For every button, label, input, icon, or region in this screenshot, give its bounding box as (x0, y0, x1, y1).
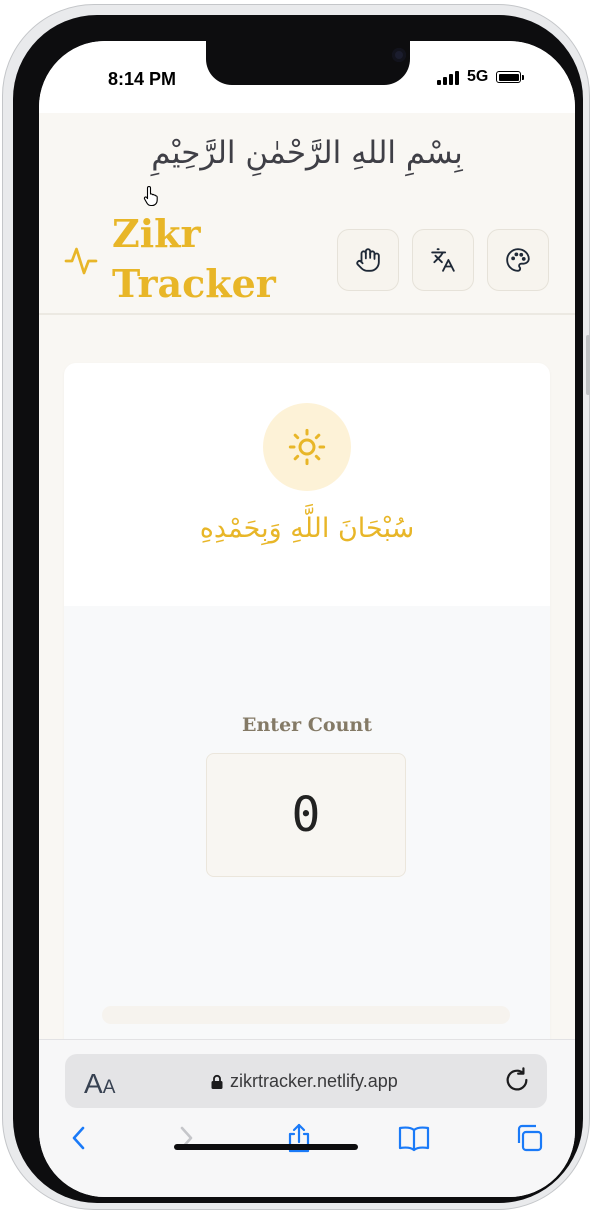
hand-cursor-icon (143, 185, 158, 207)
forward-button[interactable] (168, 1120, 204, 1156)
palette-icon (506, 248, 530, 272)
phone-frame: 8:14 PM 5G بِسْمِ اللهِ الرَّحْمٰنِ الرَ… (2, 4, 590, 1210)
reload-icon[interactable] (503, 1066, 531, 1094)
progress-bar (102, 1006, 510, 1024)
battery-tip (522, 75, 524, 80)
tabs-icon (517, 1124, 543, 1152)
phone-bezel: 8:14 PM 5G بِسْمِ اللهِ الرَّحْمٰنِ الرَ… (13, 15, 583, 1203)
theme-button[interactable] (487, 229, 549, 291)
bookmarks-button[interactable] (396, 1120, 432, 1156)
translate-icon (431, 248, 455, 272)
activity-pulse-icon (64, 247, 98, 275)
sun-icon (288, 428, 326, 466)
network-label: 5G (467, 68, 489, 85)
bookmarks-icon (398, 1126, 430, 1152)
sun-badge (263, 403, 351, 491)
url-text: zikrtracker.netlify.app (230, 1071, 398, 1091)
text-size-button[interactable]: AA (84, 1068, 115, 1100)
battery-icon (496, 71, 521, 83)
status-bar: 8:14 PM 5G (39, 41, 575, 113)
hand-icon (356, 248, 380, 272)
phone-screen: 8:14 PM 5G بِسْمِ اللهِ الرَّحْمٰنِ الرَ… (39, 41, 575, 1197)
lock-icon (211, 1074, 223, 1089)
logo-line-2: Tracker (112, 261, 276, 306)
dhikr-arabic-text: سُبْحَانَ اللَّهِ وَبِحَمْدِهِ (199, 513, 415, 544)
signal-icon (437, 71, 461, 85)
counter-section: Enter Count 0 (64, 606, 550, 1043)
hand-button[interactable] (337, 229, 399, 291)
front-camera (392, 48, 406, 62)
logo-line-1: Zikr (112, 211, 201, 256)
url-display[interactable]: zikrtracker.netlify.app (210, 1071, 398, 1092)
address-bar[interactable]: AA zikrtracker.netlify.app (65, 1054, 547, 1108)
web-content[interactable]: بِسْمِ اللهِ الرَّحْمٰنِ الرَّحِيْمِ Zik… (39, 113, 575, 1043)
notch (206, 41, 410, 85)
app-logo-text[interactable]: Zikr Tracker (112, 209, 276, 309)
text-size-big: A (84, 1068, 103, 1099)
back-icon (72, 1126, 85, 1150)
zikr-card: سُبْحَانَ اللَّهِ وَبِحَمْدِهِ Enter Cou… (64, 363, 550, 1043)
side-button (586, 335, 590, 395)
count-label: Enter Count (242, 714, 372, 736)
browser-toolbar: AA zikrtracker.netlify.app (39, 1039, 575, 1197)
bismillah-text: بِسْمِ اللهِ الرَّحْمٰنِ الرَّحِيْمِ (151, 135, 463, 171)
translate-button[interactable] (412, 229, 474, 291)
app-header: Zikr Tracker (39, 209, 575, 315)
text-size-small: A (102, 1077, 116, 1098)
share-button[interactable] (281, 1120, 317, 1156)
home-indicator (174, 1144, 358, 1150)
back-button[interactable] (61, 1120, 97, 1156)
tabs-button[interactable] (511, 1120, 547, 1156)
status-time: 8:14 PM (108, 69, 177, 89)
count-input[interactable]: 0 (206, 753, 406, 877)
